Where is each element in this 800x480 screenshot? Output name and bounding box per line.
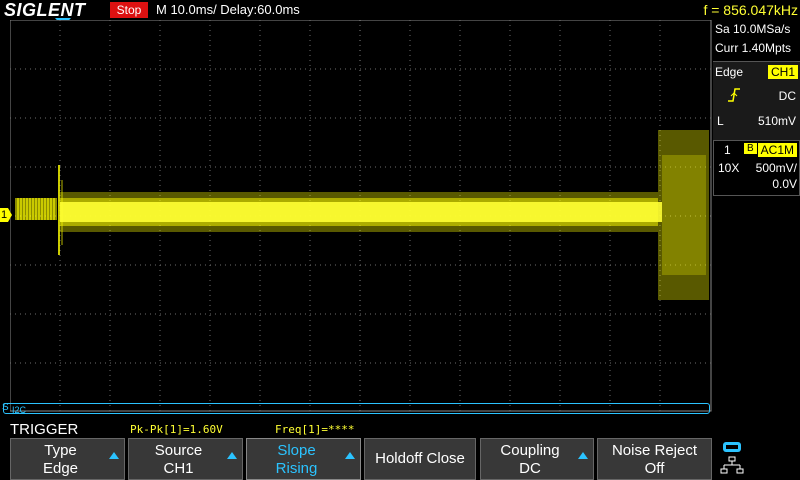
memory-depth: Curr 1.40Mpts bbox=[715, 41, 792, 55]
softkey-source-label: Source bbox=[154, 442, 203, 459]
trigger-level-label: L bbox=[717, 114, 724, 128]
softkey-noise-reject[interactable]: Noise Reject Off bbox=[597, 438, 712, 480]
softkey-holdoff-label: Holdoff Close bbox=[375, 450, 465, 467]
softkey-source-value: CH1 bbox=[163, 460, 194, 477]
bus-name: I2C bbox=[12, 405, 27, 415]
softkey-type[interactable]: Type Edge bbox=[10, 438, 125, 480]
softkey-type-label: Type bbox=[44, 442, 77, 459]
run-stop-status[interactable]: Stop bbox=[110, 2, 148, 18]
brand-logo: SIGLENT bbox=[4, 0, 86, 20]
softkey-slope[interactable]: Slope Rising bbox=[246, 438, 361, 480]
rising-edge-icon bbox=[728, 88, 740, 102]
softkey-holdoff[interactable]: Holdoff Close bbox=[364, 438, 476, 480]
channel1-info-box[interactable]: 1 B AC1M 10X 500mV/ 0.0V bbox=[713, 140, 800, 196]
measurement-pkpk: Pk-Pk[1]=1.60V bbox=[130, 423, 223, 436]
timebase-readout[interactable]: M 10.0ms/ Delay:60.0ms bbox=[156, 2, 300, 18]
chevron-up-icon bbox=[578, 452, 588, 459]
softkey-coupling-value: DC bbox=[519, 460, 541, 477]
softkey-source[interactable]: Source CH1 bbox=[128, 438, 243, 480]
bus-slot-label: S bbox=[2, 402, 9, 413]
softkey-coupling-label: Coupling bbox=[500, 442, 560, 459]
frequency-counter: f = 856.047kHz bbox=[703, 2, 798, 18]
network-icon bbox=[720, 442, 744, 474]
probe-attenuation: 10X bbox=[718, 161, 740, 175]
softkey-slope-label: Slope bbox=[277, 442, 316, 459]
trigger-source-badge: CH1 bbox=[767, 65, 798, 79]
measurement-freq: Freq[1]=**** bbox=[275, 423, 355, 436]
trigger-info-box[interactable]: Edge CH1 DC L 510mV bbox=[713, 62, 800, 152]
decode-bus-bar[interactable] bbox=[3, 403, 710, 414]
chevron-up-icon bbox=[345, 452, 355, 459]
chevron-up-icon bbox=[227, 452, 237, 459]
chevron-up-icon bbox=[109, 452, 119, 459]
channel-number: 1 bbox=[724, 143, 731, 157]
trigger-type: Edge bbox=[715, 65, 744, 79]
softkey-slope-value: Rising bbox=[275, 460, 318, 477]
channel-coupling-badge: AC1M bbox=[757, 143, 797, 157]
softkey-noise-reject-value: Off bbox=[644, 460, 665, 477]
sample-rate: Sa 10.0MSa/s bbox=[715, 22, 791, 36]
vertical-scale: 500mV/ bbox=[755, 161, 797, 175]
trigger-level-value: 510mV bbox=[757, 114, 796, 128]
trigger-coupling: DC bbox=[778, 89, 796, 103]
vertical-offset: 0.0V bbox=[772, 177, 797, 191]
right-info-panel: Sa 10.0MSa/s Curr 1.40Mpts Edge CH1 DC L… bbox=[713, 20, 800, 435]
softkey-noise-reject-label: Noise Reject bbox=[611, 442, 698, 459]
softkey-coupling[interactable]: Coupling DC bbox=[480, 438, 594, 480]
ch1-offset-marker-label: 1 bbox=[1, 209, 8, 221]
softkey-type-value: Edge bbox=[42, 460, 79, 477]
bandwidth-limit-icon: B bbox=[744, 143, 757, 154]
menu-title: TRIGGER bbox=[10, 421, 79, 438]
waveform-display[interactable] bbox=[10, 20, 712, 412]
